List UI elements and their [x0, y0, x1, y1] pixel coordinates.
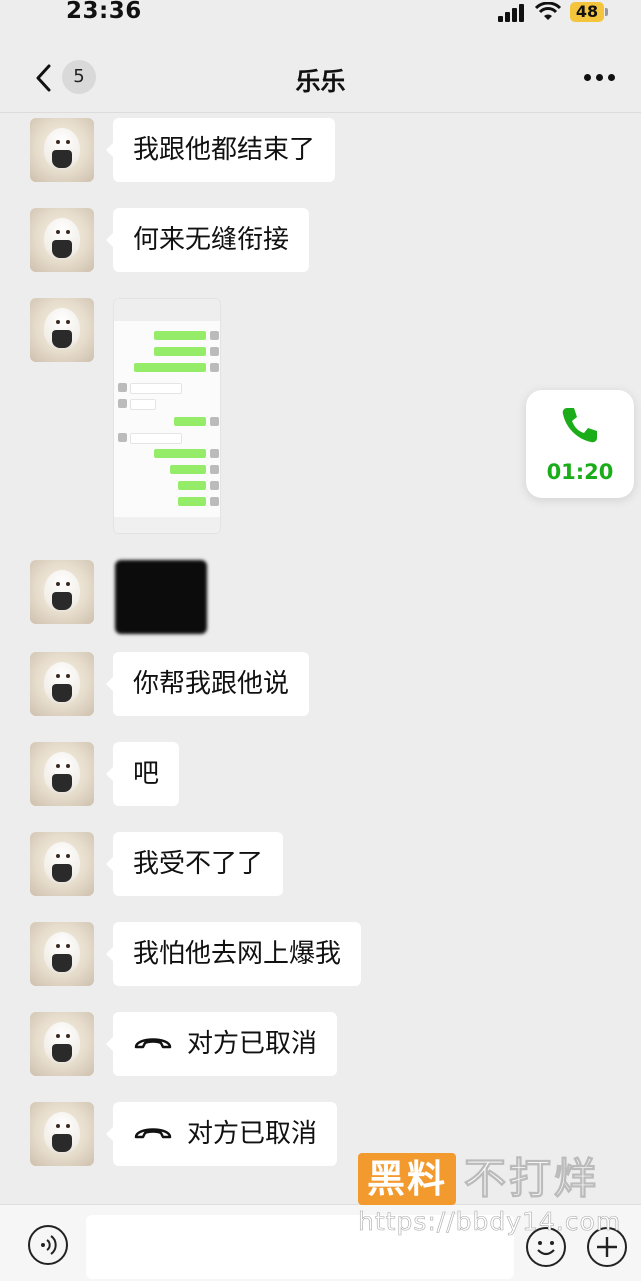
censored-image[interactable]: [115, 560, 207, 634]
avatar[interactable]: [30, 298, 94, 362]
avatar[interactable]: [30, 560, 94, 624]
call-cancelled-bubble[interactable]: 对方已取消: [105, 1102, 338, 1166]
avatar[interactable]: [30, 742, 94, 806]
call-status-text: 对方已取消: [187, 1119, 318, 1149]
watermark-url: https://bbdy14.com: [358, 1207, 622, 1237]
chat-screenshot-image[interactable]: [113, 298, 221, 534]
message-bubble[interactable]: 你帮我跟他说: [105, 652, 310, 716]
phone-icon: [562, 408, 597, 443]
more-icon[interactable]: [584, 74, 616, 82]
avatar[interactable]: [30, 652, 94, 716]
message-bubble[interactable]: 吧: [105, 742, 180, 806]
wifi-icon: [535, 2, 561, 20]
floating-call-card[interactable]: 01:20: [526, 390, 634, 498]
avatar[interactable]: [30, 118, 94, 182]
avatar[interactable]: [30, 832, 94, 896]
hangup-icon: [134, 1127, 172, 1138]
avatar[interactable]: [30, 1102, 94, 1166]
message-bubble[interactable]: 我怕他去网上爆我: [105, 922, 362, 986]
chat-title: 乐乐: [295, 67, 346, 96]
call-cancelled-bubble[interactable]: 对方已取消: [105, 1012, 338, 1076]
avatar[interactable]: [30, 208, 94, 272]
battery-level: 48: [570, 2, 604, 22]
voice-icon: [41, 1235, 57, 1255]
call-status-text: 对方已取消: [187, 1029, 318, 1059]
signal-icon: [498, 4, 526, 22]
avatar[interactable]: [30, 922, 94, 986]
call-duration: 01:20: [546, 460, 614, 484]
battery-tip: [605, 8, 608, 16]
message-bubble[interactable]: 何来无缝衔接: [105, 208, 310, 272]
avatar[interactable]: [30, 1012, 94, 1076]
message-bubble[interactable]: 我跟他都结束了: [105, 118, 336, 182]
hangup-icon: [134, 1037, 172, 1048]
message-bubble[interactable]: 我受不了了: [105, 832, 284, 896]
status-bar: 23:36 48: [0, 0, 641, 36]
voice-input-button[interactable]: [28, 1225, 68, 1265]
status-time: 23:36: [66, 0, 142, 24]
chat-header: 5 乐乐: [0, 44, 641, 113]
watermark-brand: 黑料: [358, 1153, 456, 1205]
watermark-slogan: 不打烊: [463, 1154, 600, 1204]
watermark: 黑料 不打烊 https://bbdy14.com: [358, 1153, 628, 1243]
